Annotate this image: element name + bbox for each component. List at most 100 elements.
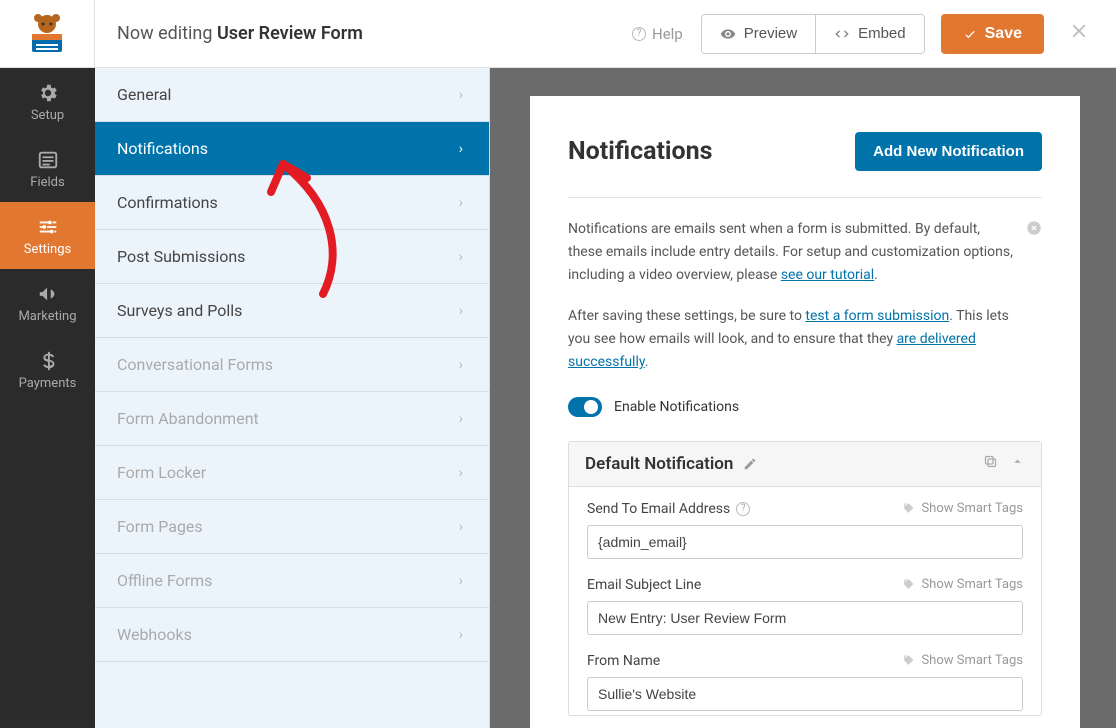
- smart-tags-label: Show Smart Tags: [921, 577, 1023, 592]
- main-panel: Notifications Add New Notification Notif…: [490, 68, 1116, 728]
- settings-item-label: General: [117, 85, 171, 104]
- help-icon: ?: [632, 27, 646, 41]
- description: Notifications are emails sent when a for…: [568, 218, 1042, 375]
- left-nav: Setup Fields Settings Marketing Payments: [0, 68, 95, 728]
- settings-item-label: Form Abandonment: [117, 409, 259, 428]
- preview-embed-group: Preview Embed: [701, 14, 925, 54]
- chevron-right-icon: ›: [459, 195, 463, 211]
- sliders-icon: [37, 216, 59, 238]
- subject-input[interactable]: [587, 601, 1023, 635]
- close-circle-icon: [1026, 220, 1042, 236]
- nav-label: Marketing: [18, 309, 76, 324]
- chevron-right-icon: ›: [459, 303, 463, 319]
- dismiss-button[interactable]: [1026, 220, 1042, 244]
- smart-tags-label: Show Smart Tags: [921, 501, 1023, 516]
- chevron-right-icon: ›: [459, 249, 463, 265]
- nav-label: Settings: [24, 242, 71, 257]
- settings-item-confirmations[interactable]: Confirmations›: [95, 176, 489, 230]
- chevron-right-icon: ›: [459, 87, 463, 103]
- preview-label: Preview: [744, 25, 797, 42]
- nav-settings[interactable]: Settings: [0, 202, 95, 269]
- chevron-right-icon: ›: [459, 411, 463, 427]
- help-button[interactable]: ? Help: [614, 25, 701, 43]
- enable-toggle[interactable]: [568, 397, 602, 417]
- toggle-label: Enable Notifications: [614, 399, 739, 415]
- embed-button[interactable]: Embed: [815, 15, 924, 53]
- gear-icon: [37, 82, 59, 104]
- megaphone-icon: [37, 283, 59, 305]
- chevron-right-icon: ›: [459, 357, 463, 373]
- field-label: Send To Email Address: [587, 501, 730, 517]
- settings-item-label: Surveys and Polls: [117, 301, 242, 320]
- notification-box: Default Notification Send To Email Addre…: [568, 441, 1042, 716]
- test-submission-link[interactable]: test a form submission: [805, 308, 949, 324]
- editing-prefix: Now editing: [117, 23, 217, 44]
- add-notification-button[interactable]: Add New Notification: [855, 132, 1042, 171]
- send-to-input[interactable]: [587, 525, 1023, 559]
- nav-fields[interactable]: Fields: [0, 135, 95, 202]
- settings-item-locker[interactable]: Form Locker ›: [95, 446, 489, 500]
- settings-item-notifications[interactable]: Notifications›: [95, 122, 489, 176]
- check-icon: [963, 27, 977, 41]
- field-label: Email Subject Line: [587, 577, 701, 593]
- settings-card: Notifications Add New Notification Notif…: [530, 96, 1080, 728]
- collapse-button[interactable]: [1010, 454, 1025, 473]
- chevron-right-icon: ›: [459, 573, 463, 589]
- chevron-right-icon: ›: [459, 465, 463, 481]
- smart-tags-button[interactable]: Show Smart Tags: [902, 501, 1023, 516]
- settings-item-label: Offline Forms: [117, 571, 212, 590]
- code-icon: [834, 26, 850, 42]
- settings-item-label: Form Pages: [117, 517, 203, 536]
- chevron-up-icon: [1010, 454, 1025, 469]
- tutorial-link[interactable]: see our tutorial: [781, 267, 874, 283]
- nav-setup[interactable]: Setup: [0, 68, 95, 135]
- help-label: Help: [652, 25, 683, 43]
- nav-label: Payments: [19, 376, 77, 391]
- save-button[interactable]: Save: [941, 14, 1044, 54]
- dollar-icon: [37, 350, 59, 372]
- pencil-icon[interactable]: [743, 457, 757, 471]
- desc-text: After saving these settings, be sure to: [568, 308, 805, 324]
- list-icon: [37, 149, 59, 171]
- tag-icon: [902, 654, 915, 667]
- form-name: User Review Form: [217, 23, 363, 44]
- settings-item-label: Conversational Forms: [117, 355, 273, 374]
- settings-item-webhooks[interactable]: Webhooks ›: [95, 608, 489, 662]
- smart-tags-button[interactable]: Show Smart Tags: [902, 653, 1023, 668]
- tag-icon: [902, 502, 915, 515]
- notification-title: Default Notification: [585, 454, 733, 474]
- smart-tags-label: Show Smart Tags: [921, 653, 1023, 668]
- duplicate-button[interactable]: [983, 454, 998, 473]
- copy-icon: [983, 454, 998, 469]
- settings-item-offline[interactable]: Offline Forms ›: [95, 554, 489, 608]
- card-title: Notifications: [568, 137, 713, 166]
- from-name-input[interactable]: [587, 677, 1023, 711]
- preview-button[interactable]: Preview: [702, 15, 815, 53]
- tag-icon: [902, 578, 915, 591]
- close-button[interactable]: [1060, 19, 1098, 49]
- help-icon[interactable]: ?: [736, 502, 750, 516]
- nav-payments[interactable]: Payments: [0, 336, 95, 403]
- smart-tags-button[interactable]: Show Smart Tags: [902, 577, 1023, 592]
- settings-item-general[interactable]: General ›: [95, 68, 489, 122]
- settings-item-pages[interactable]: Form Pages›: [95, 500, 489, 554]
- field-label: From Name: [587, 653, 660, 669]
- settings-item-label: Form Locker: [117, 463, 206, 482]
- chevron-right-icon: ›: [459, 627, 463, 643]
- settings-item-label: Webhooks: [117, 625, 192, 644]
- settings-sidebar: General› Notifications› Confirmations› P…: [95, 68, 490, 728]
- save-label: Save: [985, 25, 1022, 43]
- nav-label: Setup: [31, 108, 64, 123]
- settings-item-surveys[interactable]: Surveys and Polls ›: [95, 284, 489, 338]
- settings-item-abandonment[interactable]: Form Abandonment ›: [95, 392, 489, 446]
- page-title: Now editing User Review Form: [95, 23, 614, 44]
- embed-label: Embed: [858, 25, 906, 42]
- close-icon: [1068, 20, 1090, 42]
- nav-label: Fields: [30, 175, 64, 190]
- nav-marketing[interactable]: Marketing: [0, 269, 95, 336]
- settings-item-conversational[interactable]: Conversational Forms ›: [95, 338, 489, 392]
- settings-item-label: Notifications: [117, 139, 208, 158]
- settings-item-post-submissions[interactable]: Post Submissions›: [95, 230, 489, 284]
- logo: [0, 0, 95, 67]
- eye-icon: [720, 26, 736, 42]
